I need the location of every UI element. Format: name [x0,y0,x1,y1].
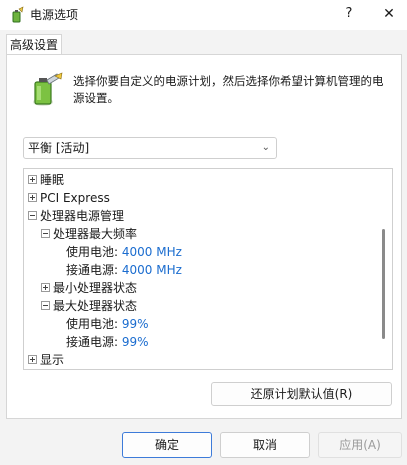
setting-value[interactable]: 4000 MHz [122,263,182,277]
tree-item-max-frequency-battery[interactable]: 使用电池: 4000 MHz [66,243,182,261]
help-button[interactable]: ? [338,3,360,25]
tree-item-max-frequency-plugged[interactable]: 接通电源: 4000 MHz [66,261,182,279]
expand-icon[interactable] [28,355,37,364]
tree-item-max-processor-state[interactable]: 最大处理器状态 [41,297,137,315]
setting-value[interactable]: 4000 MHz [122,245,182,259]
tree-item-sleep[interactable]: 睡眠 [28,171,64,189]
collapse-icon[interactable] [41,301,50,310]
tree-item-max-frequency[interactable]: 处理器最大频率 [41,225,137,243]
expand-icon[interactable] [28,175,37,184]
collapse-icon[interactable] [28,211,37,220]
tree-item-max-state-battery[interactable]: 使用电池: 99% [66,315,149,333]
close-button[interactable]: ✕ [378,3,400,25]
cancel-button[interactable]: 取消 [220,432,310,458]
tree-scrollbar[interactable] [376,169,392,369]
expand-icon[interactable] [28,193,37,202]
tree-item-processor-power-management[interactable]: 处理器电源管理 [28,207,124,225]
power-options-icon [12,6,24,23]
settings-tree[interactable]: 睡眠 PCI Express 处理器电源管理 处理器最大频率 使用电池: 400… [23,168,393,370]
window-title: 电源选项 [30,8,79,22]
restore-defaults-button[interactable]: 还原计划默认值(R) [211,382,392,406]
collapse-icon[interactable] [41,229,50,238]
setting-value[interactable]: 99% [122,317,149,331]
tree-item-battery[interactable]: 电池 [28,367,64,369]
chevron-down-icon[interactable]: ⌄ [262,138,270,158]
tab-advanced-settings[interactable]: 高级设置 [6,34,62,55]
battery-plan-icon [33,72,63,106]
tree-item-min-processor-state[interactable]: 最小处理器状态 [41,279,137,297]
apply-button[interactable]: 应用(A) [318,432,402,458]
power-plan-value: 平衡 [活动] [28,141,90,155]
power-plan-select[interactable]: 平衡 [活动] ⌄ [23,137,277,159]
tree-item-max-state-plugged[interactable]: 接通电源: 99% [66,333,149,351]
scrollbar-thumb[interactable] [382,229,385,339]
expand-icon[interactable] [41,283,50,292]
setting-value[interactable]: 99% [122,335,149,349]
advanced-settings-panel: 选择你要自定义的电源计划，然后选择你希望计算机管理的电源设置。 平衡 [活动] … [6,54,402,419]
description-text: 选择你要自定义的电源计划，然后选择你希望计算机管理的电源设置。 [73,74,384,105]
ok-button[interactable]: 确定 [122,432,212,458]
tree-item-pci-express[interactable]: PCI Express [28,189,110,207]
title-bar: 电源选项 ? ✕ [0,0,407,30]
